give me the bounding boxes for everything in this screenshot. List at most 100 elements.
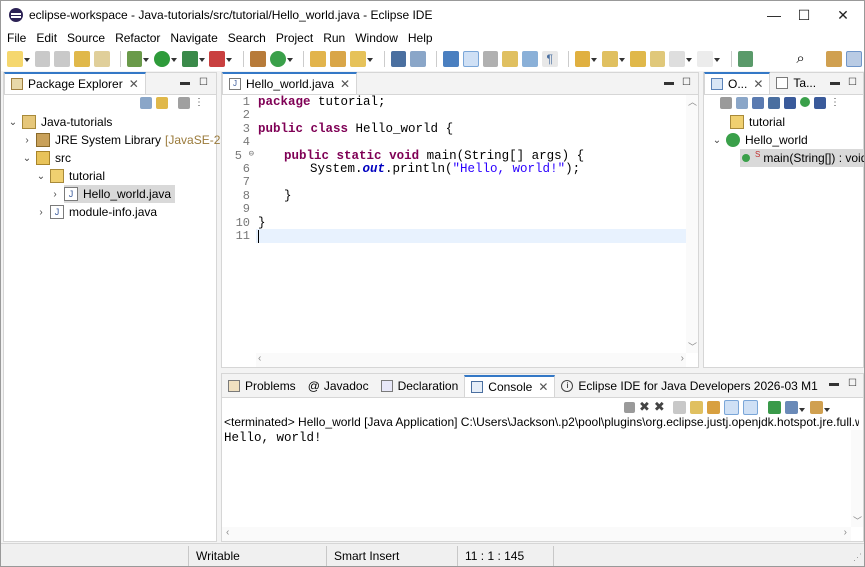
close-icon[interactable]: ✕	[753, 77, 763, 91]
forward-icon[interactable]	[696, 51, 720, 67]
hide-non-public-icon[interactable]	[784, 97, 796, 109]
mark-occurrences-icon[interactable]	[443, 51, 459, 67]
tab-hello-world-java[interactable]: J Hello_world.java ✕	[222, 72, 358, 94]
fold-collapse-icon[interactable]: ⊖	[249, 149, 254, 159]
external-tools-icon[interactable]	[209, 51, 232, 67]
open-task-icon[interactable]	[330, 51, 346, 67]
new-java-class-icon[interactable]	[269, 51, 293, 67]
close-icon[interactable]: ✕	[340, 77, 350, 91]
block-selection-icon[interactable]	[482, 51, 499, 67]
collapse-all-icon[interactable]	[736, 97, 748, 109]
maximize-view-icon[interactable]: ☐	[848, 77, 857, 88]
tab-outline[interactable]: O... ✕	[704, 72, 771, 94]
minimize-view-icon[interactable]: ▬	[180, 77, 190, 88]
undo-icon[interactable]	[74, 51, 90, 67]
link-with-editor-icon[interactable]	[814, 97, 826, 109]
pin-editor-icon[interactable]	[737, 51, 754, 67]
tab-console[interactable]: Console ✕	[464, 375, 556, 397]
scroll-right-icon[interactable]: ›	[681, 353, 684, 364]
tab-problems[interactable]: Problems	[222, 375, 302, 397]
tree-item-project[interactable]: ⌄ Java-tutorials	[8, 113, 112, 131]
show-whitespace-icon[interactable]	[522, 51, 538, 67]
run-icon[interactable]	[154, 51, 177, 67]
menu-navigate[interactable]: Navigate	[170, 31, 217, 45]
open-console-icon[interactable]	[809, 400, 830, 414]
scroll-left-icon[interactable]: ‹	[258, 353, 261, 364]
show-on-stderr-icon[interactable]	[742, 399, 758, 415]
last-edit-icon[interactable]	[629, 51, 646, 67]
menu-help[interactable]: Help	[408, 31, 433, 45]
new-java-project-icon[interactable]	[250, 51, 266, 67]
outline-item-method[interactable]: S main(String[]) : void	[740, 149, 864, 167]
scroll-down-icon[interactable]: ﹀	[853, 514, 862, 527]
tab-task-list[interactable]: Ta...	[770, 72, 822, 94]
chevron-right-icon[interactable]: ›	[36, 207, 46, 218]
tab-package-explorer[interactable]: Package Explorer ✕	[4, 72, 146, 94]
close-icon[interactable]: ✕	[129, 77, 139, 91]
save-icon[interactable]	[34, 51, 51, 67]
tab-eclipse-ide-info[interactable]: i Eclipse IDE for Java Developers 2026-0…	[555, 375, 823, 397]
tree-item-src[interactable]: ⌄ src	[22, 149, 71, 167]
console-output[interactable]: Hello, world!	[224, 431, 322, 445]
menu-edit[interactable]: Edit	[36, 31, 57, 45]
status-insert-mode[interactable]: Smart Insert	[334, 549, 399, 563]
outline-item-package[interactable]: tutorial	[730, 113, 785, 131]
outline-item-class[interactable]: ⌄ Hello_world	[712, 131, 808, 149]
scroll-right-icon[interactable]: ›	[844, 527, 847, 538]
menu-refactor[interactable]: Refactor	[115, 31, 160, 45]
tab-javadoc[interactable]: @ Javadoc	[302, 375, 375, 397]
minimize-view-icon[interactable]: ▬	[830, 77, 840, 88]
display-console-icon[interactable]	[784, 400, 805, 414]
scroll-left-icon[interactable]: ‹	[226, 527, 229, 538]
terminal-icon[interactable]	[390, 51, 407, 67]
word-wrap-icon[interactable]	[706, 400, 720, 414]
menu-file[interactable]: File	[7, 31, 26, 45]
tree-item-hello-world-java[interactable]: › J Hello_world.java	[50, 185, 176, 203]
menu-source[interactable]: Source	[67, 31, 105, 45]
remove-launch-icon[interactable]: ✖	[639, 399, 650, 415]
redo-icon[interactable]	[93, 51, 110, 67]
new-icon[interactable]	[7, 51, 30, 67]
editor-vertical-scrollbar[interactable]: ︿ ﹀	[686, 95, 698, 353]
highlight-icon[interactable]	[462, 51, 479, 67]
filter-icon[interactable]	[178, 97, 190, 109]
maximize-view-icon[interactable]: ☐	[199, 77, 208, 88]
console-horizontal-scrollbar[interactable]: ‹ ›	[222, 527, 851, 541]
close-button[interactable]: ✕	[820, 1, 864, 29]
remove-all-launches-icon[interactable]: ✖	[654, 399, 665, 415]
tree-item-package[interactable]: ⌄ tutorial	[36, 167, 105, 185]
show-on-stdout-icon[interactable]	[723, 399, 739, 415]
hide-static-icon[interactable]	[768, 97, 780, 109]
view-menu-icon[interactable]: ⋮	[830, 97, 840, 109]
link-with-editor-icon[interactable]	[156, 97, 168, 109]
view-menu-icon[interactable]: ⋮	[194, 97, 204, 109]
coverage-icon[interactable]	[181, 51, 205, 67]
scroll-down-icon[interactable]: ﹀	[688, 340, 697, 353]
next-annotation-icon[interactable]	[574, 51, 597, 67]
tree-item-jre[interactable]: › JRE System Library [JavaSE-25]	[22, 131, 230, 149]
collapse-all-icon[interactable]	[140, 97, 152, 109]
open-type-icon[interactable]	[310, 51, 327, 67]
menu-project[interactable]: Project	[276, 31, 313, 45]
maximize-view-icon[interactable]: ☐	[848, 378, 857, 389]
hide-fields-icon[interactable]	[720, 97, 732, 109]
chevron-down-icon[interactable]: ⌄	[8, 117, 18, 128]
previous-annotation-icon[interactable]	[602, 51, 625, 67]
close-icon[interactable]: ✕	[538, 380, 548, 394]
tree-item-module-info[interactable]: › J module-info.java	[36, 203, 157, 221]
hide-local-types-icon[interactable]	[800, 97, 810, 107]
console-vertical-scrollbar[interactable]: ﹀	[851, 430, 863, 527]
menu-window[interactable]: Window	[355, 31, 398, 45]
minimize-view-icon[interactable]: ▬	[664, 77, 674, 88]
menu-run[interactable]: Run	[323, 31, 345, 45]
menu-search[interactable]: Search	[228, 31, 266, 45]
tab-declaration[interactable]: Declaration	[375, 375, 465, 397]
toggle-breadcrumb-icon[interactable]	[410, 51, 427, 67]
save-all-icon[interactable]	[54, 51, 71, 67]
chevron-right-icon[interactable]: ›	[50, 189, 60, 200]
search-icon[interactable]: ⌕	[793, 51, 809, 67]
chevron-down-icon[interactable]: ⌄	[22, 153, 32, 164]
chevron-right-icon[interactable]: ›	[22, 135, 32, 146]
terminate-icon[interactable]	[624, 401, 635, 413]
word-wrap-icon[interactable]	[502, 51, 519, 67]
